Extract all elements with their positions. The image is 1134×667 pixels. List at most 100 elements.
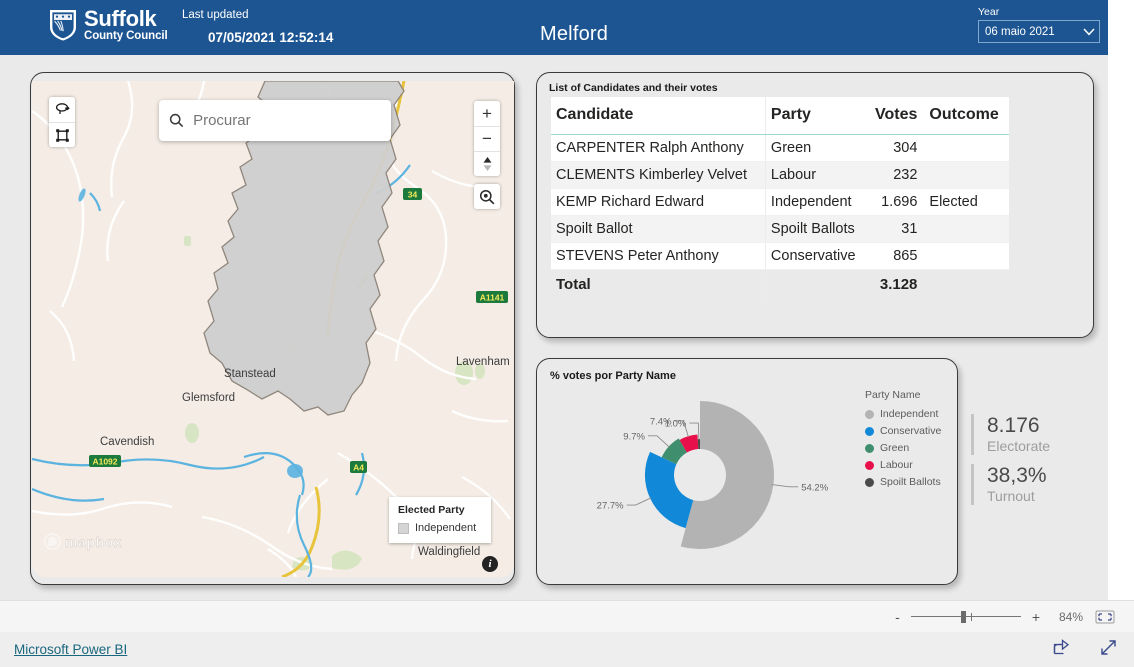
compass-updown-icon[interactable] — [474, 151, 500, 176]
cell-votes: 1.696 — [866, 188, 923, 216]
kpi-electorate-label: Electorate — [987, 438, 1051, 455]
map-search-box[interactable] — [159, 100, 391, 141]
logo-text-block: Suffolk County Council — [84, 8, 168, 43]
cell-candidate: CLEMENTS Kimberley Velvet — [551, 161, 766, 189]
page-title: Melford — [540, 23, 609, 45]
zoom-slider-track — [910, 615, 1021, 617]
legend-dot — [865, 477, 874, 487]
zoom-slider-thumb[interactable] — [960, 610, 966, 623]
slice-percent-label: 9.7% — [623, 431, 645, 442]
magnifier-locate-icon[interactable] — [474, 184, 500, 209]
cell-candidate: STEVENS Peter Anthony — [551, 242, 766, 270]
map-canvas[interactable]: Stanstead Glemsford Cavendish Lavenham W… — [32, 81, 514, 577]
legend-title: Party Name — [865, 389, 921, 401]
place-label: Lavenham — [456, 356, 510, 368]
candidates-table-card: List of Candidates and their votes Candi… — [536, 72, 1094, 338]
table-row[interactable]: KEMP Richard Edward Independent 1.696 El… — [551, 188, 1009, 216]
table-row[interactable]: STEVENS Peter Anthony Conservative 865 — [551, 242, 1009, 270]
legend-dot — [865, 443, 874, 453]
votes-by-party-card: % votes por Party Name 54.2% 27.7% 9.7% 7.4… — [536, 358, 958, 585]
column-header-outcome[interactable]: Outcome — [922, 97, 1009, 135]
fullscreen-icon[interactable] — [1099, 638, 1118, 662]
map-search-input[interactable] — [193, 112, 381, 129]
legend-dot — [865, 426, 874, 436]
legend-item-label: Spoilt Ballots — [880, 476, 941, 488]
suffolk-county-council-logo: Suffolk County Council — [48, 8, 168, 43]
slice-percent-label: 1.0% — [665, 419, 687, 430]
cell-party: Green — [764, 134, 867, 162]
cell-votes: 232 — [866, 161, 923, 189]
cell-candidate: Spoilt Ballot — [551, 215, 766, 243]
cell-party: Labour — [764, 161, 867, 189]
place-label: Waldingfield — [418, 546, 480, 558]
share-icon[interactable] — [1052, 638, 1071, 661]
cell-outcome — [922, 242, 1009, 270]
slice-percent-label: 27.7% — [597, 501, 624, 512]
report-footer: Microsoft Power BI — [0, 632, 1134, 667]
column-header-party[interactable]: Party — [764, 97, 867, 135]
mapbox-wordmark: mapbox — [65, 533, 123, 550]
zoom-slider[interactable] — [910, 610, 1021, 624]
legend-item-spoilt-ballots[interactable]: Spoilt Ballots — [865, 476, 941, 488]
column-header-candidate[interactable]: Candidate — [551, 97, 766, 135]
svg-text:A4: A4 — [353, 463, 364, 473]
table-row[interactable]: Spoilt Ballot Spoilt Ballots 31 — [551, 215, 1009, 243]
donut-slice-conservative[interactable] — [644, 451, 694, 529]
cell-outcome — [922, 161, 1009, 189]
legend-item-independent[interactable]: Independent — [865, 408, 941, 420]
party-votes-donut-chart[interactable]: 54.2%27.7%9.7%7.4%1.0% — [587, 379, 857, 569]
lasso-select-icon[interactable] — [49, 97, 75, 122]
chevron-down-icon — [1083, 27, 1095, 36]
table-row[interactable]: CARPENTER Ralph Anthony Green 304 — [551, 134, 1009, 162]
cell-candidate: CARPENTER Ralph Anthony — [551, 134, 766, 162]
year-select[interactable]: 06 maio 2021 — [978, 20, 1100, 43]
legend-item-label: Green — [880, 442, 910, 454]
zoom-out-button[interactable]: − — [474, 126, 500, 151]
fit-to-page-icon[interactable] — [1094, 609, 1116, 625]
map-legend: Elected Party Independent — [389, 497, 491, 543]
info-icon[interactable]: i — [482, 556, 498, 572]
frame-select-icon[interactable] — [49, 122, 75, 147]
powerbi-link[interactable]: Microsoft Power BI — [14, 642, 127, 657]
map-legend-item: Independent — [398, 522, 482, 534]
cell-party: Spoilt Ballots — [764, 215, 867, 243]
mapbox-logo-icon — [44, 533, 61, 550]
total-votes: 3.128 — [866, 269, 923, 299]
cell-votes: 31 — [866, 215, 923, 243]
legend-item-green[interactable]: Green — [865, 442, 941, 454]
zoom-status-bar: - + 84% — [0, 600, 1134, 632]
legend-swatch — [398, 522, 409, 534]
kpi-electorate-value: 8.176 — [987, 414, 1040, 437]
last-updated-label: Last updated — [182, 9, 249, 21]
cell-party: Conservative — [764, 242, 867, 270]
road-shield: A1141 — [476, 291, 508, 303]
leader-line — [771, 484, 799, 488]
logo-main-text: Suffolk — [84, 6, 157, 31]
place-label: Cavendish — [100, 436, 154, 448]
zoom-in-button[interactable]: + — [474, 101, 500, 126]
place-label: Stanstead — [224, 368, 276, 380]
zoom-in-button[interactable]: + — [1032, 610, 1040, 624]
table-row[interactable]: CLEMENTS Kimberley Velvet Labour 232 — [551, 161, 1009, 189]
total-label: Total — [551, 269, 766, 299]
column-header-votes[interactable]: Votes — [866, 97, 923, 135]
slice-percent-label: 54.2% — [801, 482, 828, 493]
candidates-table: Candidate Party Votes Outcome CARPENTER … — [551, 97, 1009, 299]
footer-actions — [1052, 638, 1118, 662]
cell-outcome — [922, 134, 1009, 162]
leader-line — [647, 435, 670, 448]
legend-item-labour[interactable]: Labour — [865, 459, 941, 471]
place-label: Glemsford — [182, 392, 235, 404]
mapbox-attribution[interactable]: mapbox — [44, 533, 122, 550]
kpi-turnout-value: 38,3% — [987, 464, 1047, 487]
legend-item-conservative[interactable]: Conservative — [865, 425, 941, 437]
zoom-out-button[interactable]: - — [895, 610, 900, 624]
road-shield: A4 — [350, 461, 367, 473]
map-legend-title: Elected Party — [398, 504, 465, 516]
report-header: Suffolk County Council Last updated 07/0… — [0, 0, 1108, 55]
total-party-blank — [764, 269, 867, 299]
cell-outcome — [922, 215, 1009, 243]
road-shield: A1092 — [89, 455, 121, 467]
map-locate-control — [474, 184, 500, 209]
year-filter: Year 06 maio 2021 — [978, 6, 1100, 43]
